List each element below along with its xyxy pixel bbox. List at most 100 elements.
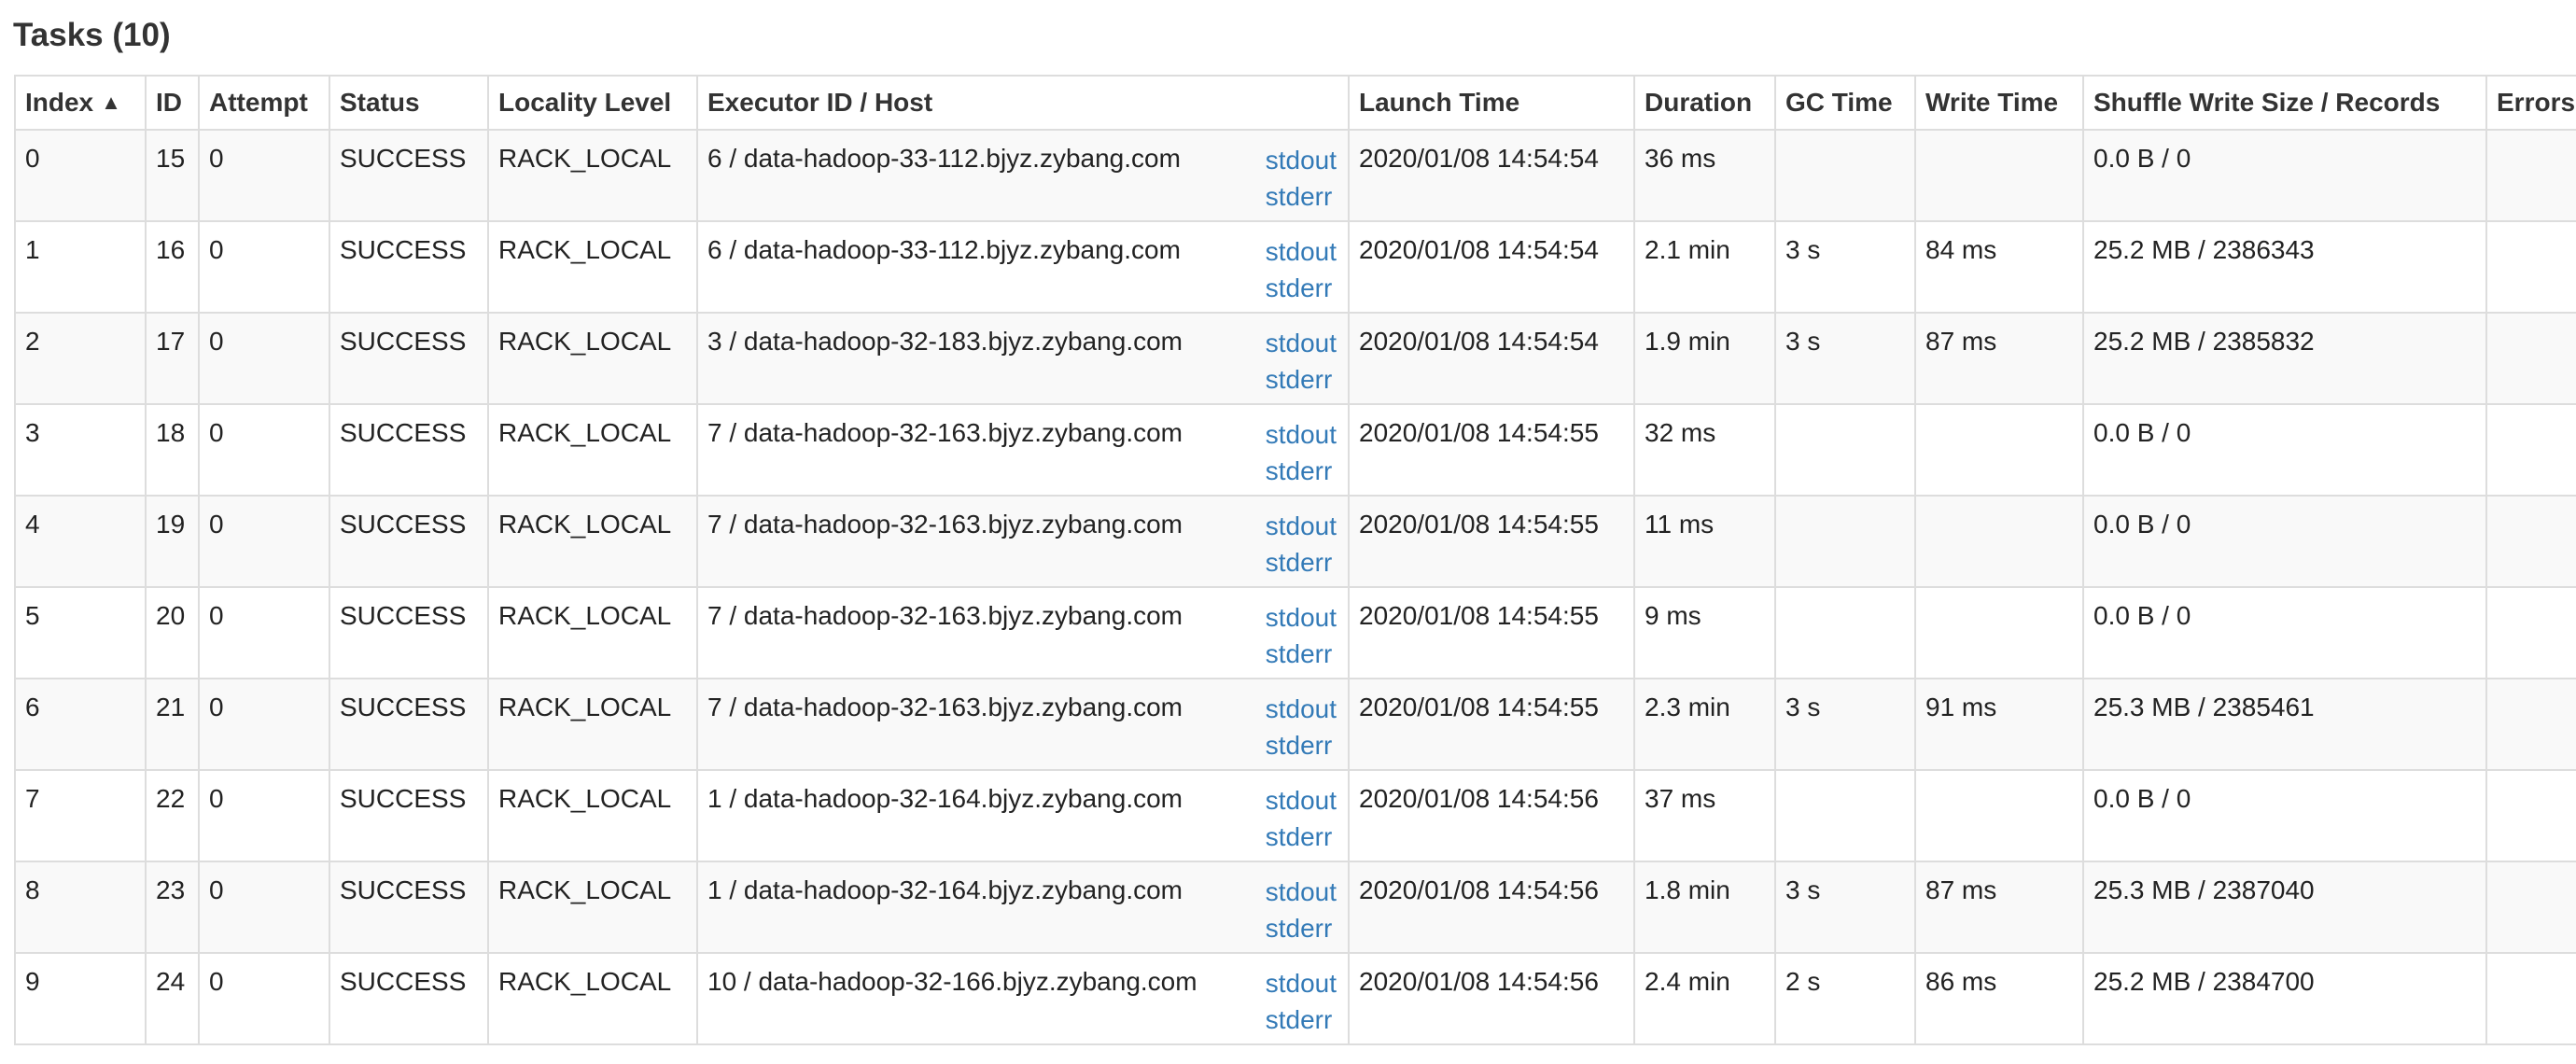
- stdout-link[interactable]: stdout: [1266, 782, 1337, 819]
- stdout-link[interactable]: stdout: [1266, 599, 1337, 636]
- cell-duration: 2.4 min: [1633, 952, 1776, 1045]
- column-header-index[interactable]: Index ▲: [14, 75, 147, 131]
- cell-launch-time: 2020/01/08 14:54:55: [1348, 678, 1635, 771]
- stdout-link[interactable]: stdout: [1266, 142, 1337, 178]
- stderr-link[interactable]: stderr: [1266, 910, 1337, 946]
- log-links: stdout stderr: [1266, 325, 1337, 398]
- column-header-id[interactable]: ID: [145, 75, 200, 131]
- stderr-link[interactable]: stderr: [1266, 727, 1337, 763]
- cell-index: 7: [14, 769, 147, 862]
- log-links: stdout stderr: [1266, 782, 1337, 855]
- cell-write-time: 87 ms: [1914, 312, 2084, 405]
- column-header-write-time[interactable]: Write Time: [1914, 75, 2084, 131]
- cell-id: 16: [145, 220, 200, 314]
- column-header-errors[interactable]: Errors: [2485, 75, 2576, 131]
- cell-launch-time: 2020/01/08 14:54:54: [1348, 312, 1635, 405]
- column-header-launch-time[interactable]: Launch Time: [1348, 75, 1635, 131]
- cell-errors: [2485, 952, 2576, 1045]
- cell-errors: [2485, 586, 2576, 679]
- cell-executor-host: 7 / data-hadoop-32-163.bjyz.zybang.com st…: [696, 678, 1350, 771]
- cell-duration: 2.3 min: [1633, 678, 1776, 771]
- stdout-link[interactable]: stdout: [1266, 965, 1337, 1001]
- column-header-attempt[interactable]: Attempt: [198, 75, 330, 131]
- cell-index: 1: [14, 220, 147, 314]
- cell-attempt: 0: [198, 952, 330, 1045]
- executor-host-text: 6 / data-hadoop-33-112.bjyz.zybang.com: [707, 144, 1181, 173]
- stdout-link[interactable]: stdout: [1266, 691, 1337, 727]
- stdout-link[interactable]: stdout: [1266, 233, 1337, 270]
- cell-shuffle-write: 25.2 MB / 2386343: [2082, 220, 2487, 314]
- table-header-row: Index ▲ ID Attempt Status Locality Level …: [14, 75, 2576, 131]
- log-links: stdout stderr: [1266, 965, 1337, 1038]
- column-header-shuffle-write[interactable]: Shuffle Write Size / Records: [2082, 75, 2487, 131]
- cell-duration: 37 ms: [1633, 769, 1776, 862]
- cell-gc-time: [1774, 769, 1916, 862]
- cell-errors: [2485, 129, 2576, 222]
- cell-status: SUCCESS: [329, 769, 489, 862]
- executor-host-text: 10 / data-hadoop-32-166.bjyz.zybang.com: [707, 967, 1197, 996]
- stdout-link[interactable]: stdout: [1266, 416, 1337, 453]
- cell-gc-time: 3 s: [1774, 861, 1916, 954]
- cell-index: 3: [14, 403, 147, 497]
- stdout-link[interactable]: stdout: [1266, 874, 1337, 910]
- executor-host-text: 7 / data-hadoop-32-163.bjyz.zybang.com: [707, 601, 1183, 630]
- cell-launch-time: 2020/01/08 14:54:55: [1348, 403, 1635, 497]
- cell-shuffle-write: 0.0 B / 0: [2082, 769, 2487, 862]
- cell-locality: RACK_LOCAL: [487, 769, 698, 862]
- executor-host-text: 1 / data-hadoop-32-164.bjyz.zybang.com: [707, 784, 1183, 813]
- cell-locality: RACK_LOCAL: [487, 312, 698, 405]
- column-header-duration[interactable]: Duration: [1633, 75, 1776, 131]
- stdout-link[interactable]: stdout: [1266, 325, 1337, 361]
- column-header-locality-level[interactable]: Locality Level: [487, 75, 698, 131]
- log-links: stdout stderr: [1266, 599, 1337, 672]
- cell-shuffle-write: 25.2 MB / 2385832: [2082, 312, 2487, 405]
- stderr-link[interactable]: stderr: [1266, 361, 1337, 398]
- cell-errors: [2485, 403, 2576, 497]
- cell-id: 17: [145, 312, 200, 405]
- cell-attempt: 0: [198, 220, 330, 314]
- stderr-link[interactable]: stderr: [1266, 1001, 1337, 1038]
- cell-locality: RACK_LOCAL: [487, 220, 698, 314]
- cell-shuffle-write: 0.0 B / 0: [2082, 403, 2487, 497]
- cell-id: 15: [145, 129, 200, 222]
- cell-executor-host: 1 / data-hadoop-32-164.bjyz.zybang.com st…: [696, 769, 1350, 862]
- stderr-link[interactable]: stderr: [1266, 270, 1337, 306]
- cell-launch-time: 2020/01/08 14:54:55: [1348, 495, 1635, 588]
- cell-launch-time: 2020/01/08 14:54:54: [1348, 220, 1635, 314]
- log-links: stdout stderr: [1266, 233, 1337, 306]
- stderr-link[interactable]: stderr: [1266, 178, 1337, 215]
- stderr-link[interactable]: stderr: [1266, 544, 1337, 581]
- cell-errors: [2485, 861, 2576, 954]
- cell-gc-time: 3 s: [1774, 220, 1916, 314]
- cell-errors: [2485, 312, 2576, 405]
- cell-gc-time: 3 s: [1774, 312, 1916, 405]
- cell-status: SUCCESS: [329, 952, 489, 1045]
- cell-id: 21: [145, 678, 200, 771]
- log-links: stdout stderr: [1266, 142, 1337, 215]
- stdout-link[interactable]: stdout: [1266, 508, 1337, 544]
- table-row: 0 15 0 SUCCESS RACK_LOCAL 6 / data-hadoo…: [14, 129, 2576, 222]
- column-header-status[interactable]: Status: [329, 75, 489, 131]
- cell-locality: RACK_LOCAL: [487, 586, 698, 679]
- cell-id: 19: [145, 495, 200, 588]
- cell-index: 0: [14, 129, 147, 222]
- cell-duration: 1.8 min: [1633, 861, 1776, 954]
- table-row: 8 23 0 SUCCESS RACK_LOCAL 1 / data-hadoo…: [14, 861, 2576, 954]
- stderr-link[interactable]: stderr: [1266, 819, 1337, 855]
- cell-executor-host: 6 / data-hadoop-33-112.bjyz.zybang.com st…: [696, 220, 1350, 314]
- tasks-table-container: Index ▲ ID Attempt Status Locality Level …: [14, 75, 2576, 1045]
- cell-write-time: [1914, 129, 2084, 222]
- cell-status: SUCCESS: [329, 129, 489, 222]
- cell-status: SUCCESS: [329, 861, 489, 954]
- tasks-table: Index ▲ ID Attempt Status Locality Level …: [14, 75, 2576, 1045]
- cell-status: SUCCESS: [329, 586, 489, 679]
- stderr-link[interactable]: stderr: [1266, 636, 1337, 672]
- column-header-gc-time[interactable]: GC Time: [1774, 75, 1916, 131]
- cell-duration: 11 ms: [1633, 495, 1776, 588]
- table-row: 7 22 0 SUCCESS RACK_LOCAL 1 / data-hadoo…: [14, 769, 2576, 862]
- table-row: 1 16 0 SUCCESS RACK_LOCAL 6 / data-hadoo…: [14, 220, 2576, 314]
- cell-attempt: 0: [198, 861, 330, 954]
- column-header-executor-host[interactable]: Executor ID / Host: [696, 75, 1350, 131]
- stderr-link[interactable]: stderr: [1266, 453, 1337, 489]
- cell-errors: [2485, 495, 2576, 588]
